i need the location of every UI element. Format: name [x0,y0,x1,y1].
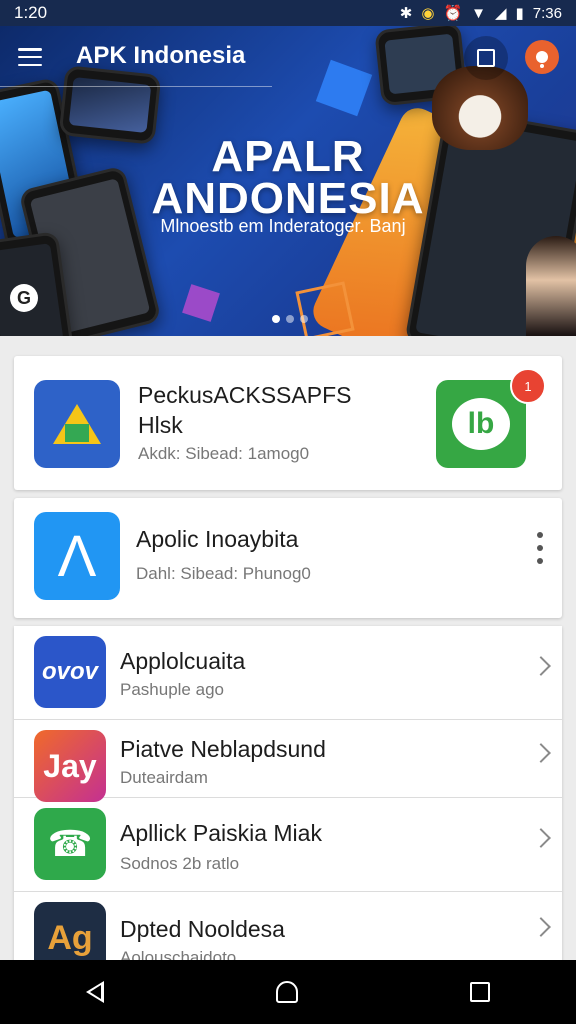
location-pin-icon [536,51,548,63]
carousel-dot[interactable] [300,315,308,323]
alarm-icon: ⏰ [443,5,463,22]
app-bar: APK Indonesia [0,26,576,90]
list-item-subtitle: Pashuple ago [120,680,224,699]
list-item[interactable]: Jay Piatve Neblapdsund Duteairdam [14,720,562,802]
app-title: PeckusACKSSAPFS [138,382,352,408]
wifi-icon: ▼ [471,4,486,22]
decorative-shape [295,281,355,336]
app-icon: Jay [34,730,106,802]
location-button[interactable] [525,40,559,74]
list-item-title: Piatve Neblapdsund [120,736,326,762]
home-icon[interactable] [276,981,298,1003]
system-nav-bar [0,960,576,1024]
carousel-indicator[interactable] [272,315,308,323]
divider [0,86,272,87]
app-title: APK Indonesia [76,42,246,69]
featured-app-card[interactable]: Λ Apolic Inoaybita Dahl: Sibead: Phunog0 [14,498,562,618]
list-item-title: Dpted Nooldesa [120,916,285,942]
status-time: 1:20 [14,3,48,22]
app-title: Apolic Inoaybita [136,526,299,552]
app-icon: Ag [34,902,106,966]
phone-app-icon: ☎ [34,808,106,880]
chevron-right-icon [531,743,551,763]
arrow-app-icon: Λ [34,512,120,600]
notification-badge: 1 [510,368,546,404]
app-subtitle: Akdk: Sibead: 1amog0 [138,444,310,463]
list-item-title: Apllick Paiskia Miak [120,820,322,846]
square-icon [477,49,495,67]
hamburger-menu-icon[interactable] [18,48,42,66]
list-item-subtitle: Duteairdam [120,768,208,787]
status-bar: 1:20 ✱ ◉ ⏰ ▼ ◢ ▮ 7:36 [0,0,576,26]
recent-apps-icon[interactable] [470,982,490,1002]
list-item[interactable]: ☎ Apllick Paiskia Miak Sodnos 2b ratlo [14,798,562,892]
list-item[interactable]: ovov Applolcuaita Pashuple ago [14,626,562,720]
google-logo-icon: G [10,284,38,312]
more-vert-icon[interactable] [530,532,550,564]
hero-banner[interactable]: G APK Indonesia APALR ANDONESIA Mlnoestb… [0,26,576,336]
status-icons: ✱ ◉ ⏰ ▼ ◢ ▮ 7:36 [399,4,562,23]
battery-icon: ▮ [515,5,524,22]
list-item-title: Applolcuaita [120,648,246,674]
list-item[interactable]: Ag Dpted Nooldesa Aolouschaidoto [14,892,562,966]
notification-app-icon: ◉ [421,5,435,22]
chevron-right-icon [531,917,551,937]
window-button[interactable] [464,36,508,80]
chevron-right-icon [531,828,551,848]
bluetooth-icon: ✱ [399,5,413,22]
signal-icon: ◢ [494,5,507,22]
banner-subtitle: Mlnoestb em Inderatoger. Banj [160,216,406,236]
featured-app-card[interactable]: PeckusACKSSAPFS Hlsk Akdk: Sibead: 1amog… [14,356,562,490]
chevron-right-icon [531,656,551,676]
back-triangle-icon[interactable] [86,981,104,1003]
list-item-subtitle: Sodnos 2b ratlo [120,854,240,873]
app-icon: ovov [34,636,106,708]
status-clock: 7:36 [532,4,562,22]
app-list: ovov Applolcuaita Pashuple ago Jay Piatv… [14,626,562,966]
decorative-shape [182,284,220,322]
carousel-dot-active[interactable] [272,315,280,323]
drive-app-icon [34,380,120,468]
app-title-line2: Hlsk [138,412,183,438]
carousel-dot[interactable] [286,315,294,323]
character-illustration [526,236,576,336]
app-subtitle: Dahl: Sibead: Phunog0 [136,564,311,583]
